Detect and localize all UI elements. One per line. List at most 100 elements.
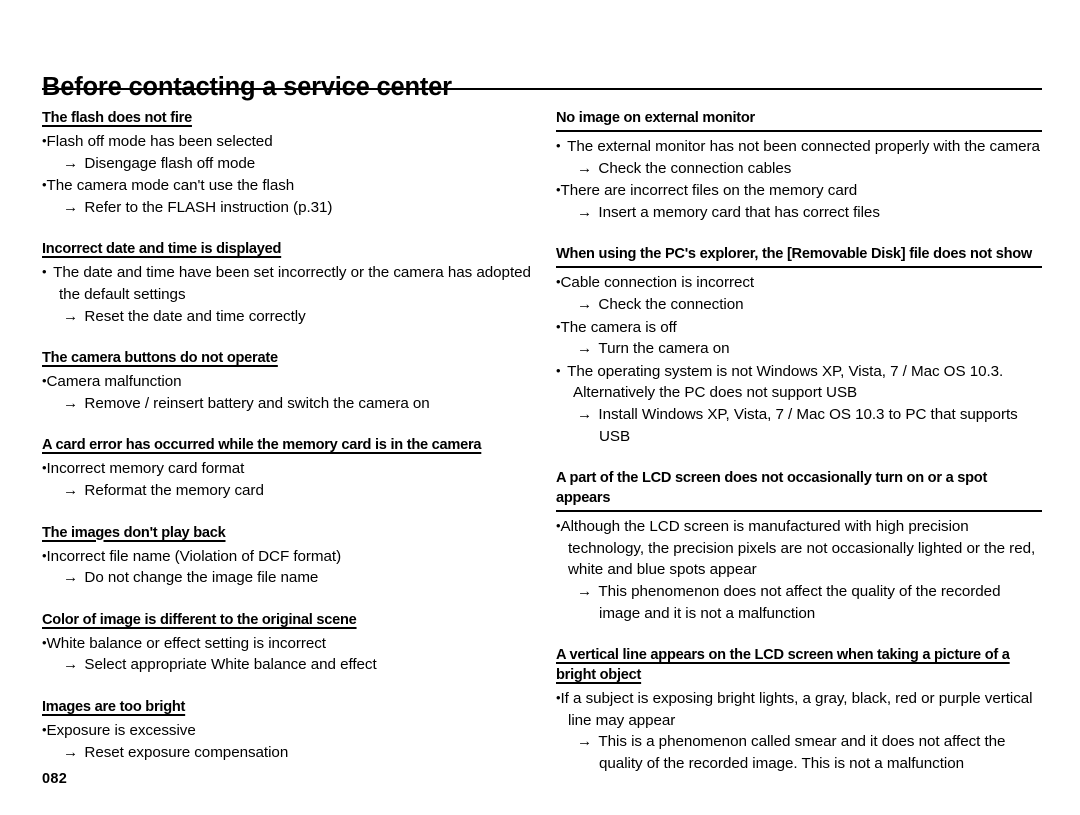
faq-block: A part of the LCD screen does not occasi… xyxy=(556,468,1042,624)
line-text: Incorrect memory card format xyxy=(46,460,245,478)
solution-line: → This is a phenomenon called smear and … xyxy=(556,731,1042,774)
line-text: Cable connection is incorrect xyxy=(560,274,755,292)
title-divider xyxy=(42,88,1042,90)
bullet-icon: • xyxy=(556,362,561,378)
arrow-icon: → xyxy=(577,295,599,313)
line-text: Camera malfunction xyxy=(46,373,182,391)
solution-line: → Reset the date and time correctly xyxy=(42,306,542,328)
line-text: The camera mode can't use the flash xyxy=(46,177,295,195)
cause-line: •Although the LCD screen is manufactured… xyxy=(556,515,1042,581)
arrow-icon: → xyxy=(577,203,599,221)
faq-item-list: •Incorrect memory card format → Reformat … xyxy=(42,457,542,501)
faq-heading: A part of the LCD screen does not occasi… xyxy=(556,468,1042,513)
faq-heading: When using the PC's explorer, the [Remov… xyxy=(556,244,1042,269)
cause-line: •The camera mode can't use the flash xyxy=(42,174,542,197)
line-text: The external monitor has not been connec… xyxy=(567,138,1040,155)
faq-item-list: • The external monitor has not been conne… xyxy=(556,135,1042,223)
cause-line: •Flash off mode has been selected xyxy=(42,130,542,153)
line-text: Do not change the image file name xyxy=(84,569,319,587)
cause-line: •White balance or effect setting is inco… xyxy=(42,632,542,655)
line-text: Although the LCD screen is manufactured … xyxy=(560,518,1036,579)
faq-item-list: •Flash off mode has been selected → Disen… xyxy=(42,130,542,218)
solution-line: → Check the connection cables xyxy=(556,158,1042,180)
line-text: Turn the camera on xyxy=(598,340,730,358)
faq-block: No image on external monitor • The externa… xyxy=(556,108,1042,223)
arrow-icon: → xyxy=(63,154,85,172)
arrow-icon: → xyxy=(577,582,599,600)
arrow-icon: → xyxy=(63,307,85,325)
faq-heading: A vertical line appears on the LCD scree… xyxy=(556,647,1010,684)
solution-line: → Disengage flash off mode xyxy=(42,153,542,175)
arrow-icon: → xyxy=(63,198,85,216)
line-text: White balance or effect setting is incor… xyxy=(46,634,327,652)
line-text: Install Windows XP, Vista, 7 / Mac OS 10… xyxy=(598,405,1018,445)
faq-block: The flash does not fire •Flash off mode h… xyxy=(42,108,542,218)
faq-item-list: •Camera malfunction → Remove / reinsert b… xyxy=(42,370,542,414)
cause-line: •The camera is off xyxy=(556,316,1042,339)
cause-line: • The operating system is not Windows XP,… xyxy=(556,360,1042,404)
faq-block: Images are too bright •Exposure is excess… xyxy=(42,697,542,763)
faq-heading: Images are too bright xyxy=(42,698,186,715)
line-text: This phenomenon does not affect the qual… xyxy=(598,582,1001,622)
faq-block: A vertical line appears on the LCD scree… xyxy=(556,645,1042,774)
line-text: Exposure is excessive xyxy=(46,721,196,739)
solution-line: → Reformat the memory card xyxy=(42,480,542,502)
solution-line: → Insert a memory card that has correct … xyxy=(556,202,1042,224)
faq-block: Incorrect date and time is displayed • The… xyxy=(42,239,542,327)
faq-item-list: •White balance or effect setting is inco… xyxy=(42,632,542,676)
line-text: This is a phenomenon called smear and it… xyxy=(598,733,1006,772)
bullet-icon: • xyxy=(42,264,47,280)
cause-line: •If a subject is exposing bright lights,… xyxy=(556,687,1042,731)
cause-line: • The external monitor has not been conne… xyxy=(556,135,1042,158)
line-text: Disengage flash off mode xyxy=(84,154,256,172)
solution-line: → Select appropriate White balance and e… xyxy=(42,654,542,676)
solution-line: → Install Windows XP, Vista, 7 / Mac OS … xyxy=(556,404,1042,447)
faq-item-list: • The date and time have been set incorre… xyxy=(42,261,542,327)
solution-line: → This phenomenon does not affect the qu… xyxy=(556,581,1042,624)
solution-line: → Do not change the image file name xyxy=(42,567,542,589)
line-text: Select appropriate White balance and eff… xyxy=(84,656,377,674)
line-text: Insert a memory card that has correct fi… xyxy=(598,203,880,221)
document-page: Before contacting a service center The f… xyxy=(0,0,1080,815)
solution-line: → Turn the camera on xyxy=(556,338,1042,360)
cause-line: •Incorrect file name (Violation of DCF f… xyxy=(42,545,542,568)
arrow-icon: → xyxy=(63,656,85,674)
faq-block: A card error has occurred while the memo… xyxy=(42,435,542,501)
line-text: Reset exposure compensation xyxy=(84,743,289,761)
faq-block: The images don't play back •Incorrect fil… xyxy=(42,523,542,589)
arrow-icon: → xyxy=(577,340,599,358)
faq-block: The camera buttons do not operate •Camera… xyxy=(42,348,542,414)
cause-line: •Incorrect memory card format xyxy=(42,457,542,480)
faq-heading: Color of image is different to the origi… xyxy=(42,611,357,628)
faq-heading: A card error has occurred while the memo… xyxy=(42,437,482,454)
faq-heading: Incorrect date and time is displayed xyxy=(42,241,282,258)
line-text: Refer to the FLASH instruction (p.31) xyxy=(84,198,333,216)
cause-line: •Exposure is excessive xyxy=(42,719,542,742)
arrow-icon: → xyxy=(63,481,85,499)
faq-heading: The flash does not fire xyxy=(42,110,192,126)
arrow-icon: → xyxy=(577,733,599,751)
cause-line: •There are incorrect files on the memory… xyxy=(556,179,1042,202)
line-text: Check the connection xyxy=(598,295,744,313)
left-column: The flash does not fire •Flash off mode h… xyxy=(42,108,542,784)
faq-block: When using the PC's explorer, the [Remov… xyxy=(556,244,1042,447)
line-text: Reformat the memory card xyxy=(84,481,264,499)
faq-heading: No image on external monitor xyxy=(556,108,1042,132)
cause-line: • The date and time have been set incorre… xyxy=(42,261,542,305)
arrow-icon: → xyxy=(577,159,599,177)
faq-item-list: •If a subject is exposing bright lights,… xyxy=(556,687,1042,774)
faq-block: Color of image is different to the origi… xyxy=(42,610,542,676)
line-text: Check the connection cables xyxy=(598,159,792,177)
cause-line: •Camera malfunction xyxy=(42,370,542,393)
bullet-icon: • xyxy=(556,138,561,153)
line-text: If a subject is exposing bright lights, … xyxy=(560,690,1033,729)
line-text: There are incorrect files on the memory … xyxy=(560,182,858,200)
line-text: Reset the date and time correctly xyxy=(84,307,306,325)
line-text: The date and time have been set incorrec… xyxy=(53,264,531,303)
solution-line: → Refer to the FLASH instruction (p.31) xyxy=(42,197,542,219)
solution-line: → Remove / reinsert battery and switch t… xyxy=(42,393,542,415)
line-text: The camera is off xyxy=(560,318,677,336)
solution-line: → Check the connection xyxy=(556,294,1042,316)
line-text: Remove / reinsert battery and switch the… xyxy=(84,394,430,412)
line-text: Incorrect file name (Violation of DCF fo… xyxy=(46,547,342,565)
